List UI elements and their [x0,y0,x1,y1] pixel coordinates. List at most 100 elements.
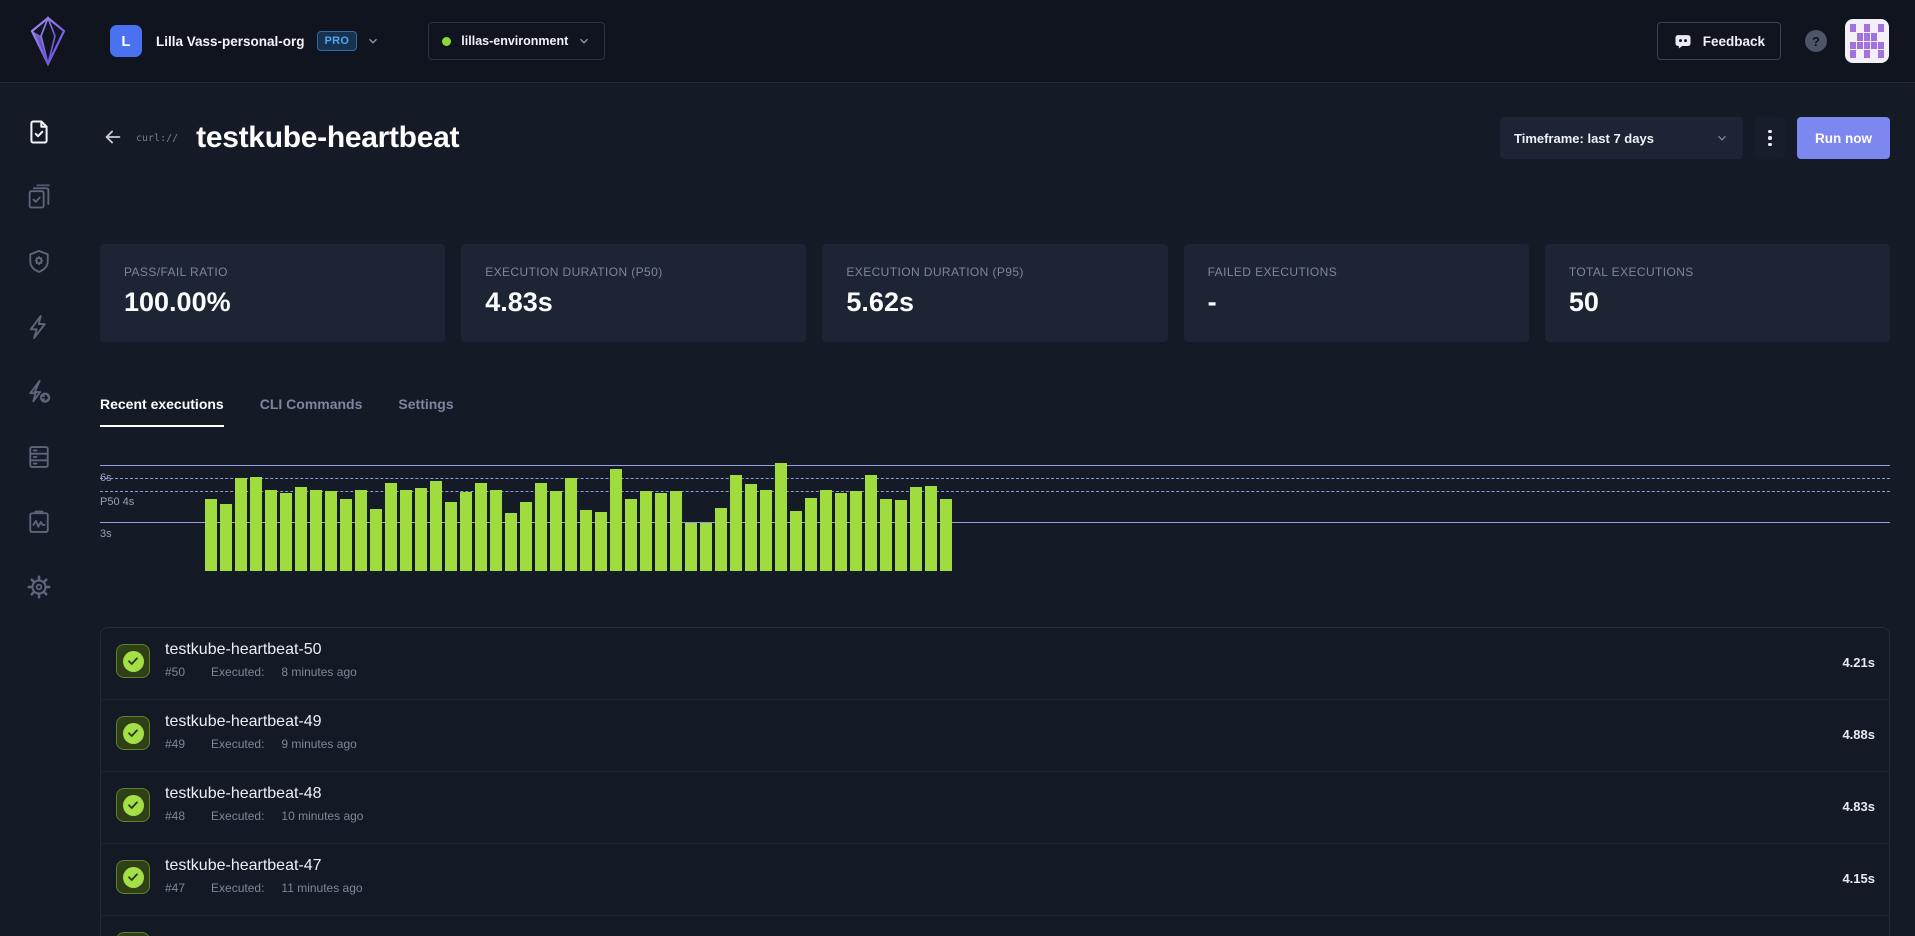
chart-bar[interactable] [265,490,277,571]
chart-bar[interactable] [385,483,397,571]
executed-label: Executed: [211,665,264,679]
sidebar-item-webhooks[interactable] [19,372,59,412]
metric-card: EXECUTION DURATION (P95) 5.62s [822,244,1167,342]
chart-bar[interactable] [430,481,442,571]
chart-bar[interactable] [310,490,322,571]
chart-bar[interactable] [535,483,547,571]
back-button[interactable] [100,125,126,151]
chart-bar[interactable] [235,478,247,571]
executions-list: testkube-heartbeat-50 #50 Executed: 8 mi… [100,627,1890,936]
execution-row[interactable]: testkube-heartbeat-50 #50 Executed: 8 mi… [101,628,1889,700]
environment-switcher[interactable]: lillas-environment [428,22,605,60]
metric-card: TOTAL EXECUTIONS 50 [1545,244,1890,342]
environment-status-dot [442,37,451,46]
chart-bar[interactable] [640,491,652,571]
chart-bar[interactable] [700,523,712,571]
metric-value: 50 [1569,287,1866,318]
execution-duration: 4.21s [1842,655,1875,670]
execution-row[interactable]: testkube-heartbeat-48 #48 Executed: 10 m… [101,772,1889,844]
chart-bar[interactable] [550,491,562,571]
org-avatar: L [110,25,142,57]
chart-bar[interactable] [880,499,892,571]
chart-bar[interactable] [400,490,412,571]
execution-number: #49 [165,737,185,751]
chart-bar[interactable] [910,487,922,571]
chart-bar[interactable] [595,512,607,571]
chart-bar[interactable] [940,499,952,571]
chart-bar[interactable] [565,478,577,571]
chart-bar[interactable] [655,493,667,571]
chart-bar[interactable] [775,463,787,571]
sidebar-item-triggers[interactable] [19,307,59,347]
execution-row[interactable]: testkube-heartbeat-49 #49 Executed: 9 mi… [101,700,1889,772]
chart-bar[interactable] [505,513,517,571]
execution-name: testkube-heartbeat-48 [165,785,363,803]
chart-bar[interactable] [745,484,757,571]
chart-bar[interactable] [490,490,502,571]
chart-bar[interactable] [220,504,232,571]
chart-bar[interactable] [520,502,532,571]
chart-bars [205,460,1890,571]
chart-bar[interactable] [865,475,877,571]
executed-label: Executed: [211,881,264,895]
timeframe-label: Timeframe: last 7 days [1514,131,1654,146]
tab-cli-commands[interactable]: CLI Commands [260,396,363,427]
tab-recent-executions[interactable]: Recent executions [100,396,224,427]
chart-bar[interactable] [610,469,622,571]
chevron-down-icon [366,34,380,48]
run-now-button[interactable]: Run now [1797,117,1890,159]
chart-bar[interactable] [805,498,817,571]
sidebar-item-sources[interactable] [19,437,59,477]
chart-bar[interactable] [415,488,427,571]
help-button[interactable]: ? [1805,30,1827,52]
chart-bar[interactable] [790,511,802,571]
tab-settings[interactable]: Settings [398,396,453,427]
feedback-button[interactable]: Feedback [1657,22,1781,60]
execution-time: 9 minutes ago [281,737,356,751]
chart-bar[interactable] [460,492,472,571]
chart-bar[interactable] [760,490,772,571]
chevron-down-icon [577,34,591,48]
execution-number: #48 [165,809,185,823]
org-switcher[interactable]: L Lilla Vass-personal-org PRO [110,25,380,57]
execution-row-partial[interactable] [101,916,1889,936]
gear-icon [25,573,53,601]
timeframe-select[interactable]: Timeframe: last 7 days [1500,117,1743,159]
metric-value: 5.62s [846,287,1143,318]
metric-label: FAILED EXECUTIONS [1208,265,1505,279]
more-options-button[interactable] [1755,117,1785,159]
chart-bar[interactable] [925,486,937,571]
chart-bar[interactable] [280,493,292,571]
chart-bar[interactable] [895,500,907,571]
metric-value: 4.83s [485,287,782,318]
chart-bar[interactable] [355,490,367,571]
chart-bar[interactable] [370,509,382,571]
sidebar-item-tests[interactable] [19,112,59,152]
chart-bar[interactable] [250,477,262,571]
chevron-down-icon [1715,131,1729,145]
chart-bar[interactable] [445,502,457,571]
sidebar-item-status-pages[interactable] [19,502,59,542]
execution-row[interactable]: testkube-heartbeat-47 #47 Executed: 11 m… [101,844,1889,916]
sidebar-item-settings[interactable] [19,567,59,607]
chart-bar[interactable] [850,491,862,571]
chart-bar[interactable] [340,499,352,571]
chart-bar[interactable] [835,493,847,571]
chart-bar[interactable] [715,508,727,571]
sidebar-item-test-suites[interactable] [19,177,59,217]
chart-bar[interactable] [475,483,487,571]
chart-bar[interactable] [625,499,637,571]
user-avatar[interactable] [1845,19,1889,63]
testkube-logo[interactable] [28,15,68,67]
execution-name: testkube-heartbeat-49 [165,713,357,731]
chart-bar[interactable] [580,510,592,571]
sidebar-item-executors[interactable] [19,242,59,282]
chart-bar[interactable] [670,491,682,571]
axis-label-p50: P50 4s [100,496,134,508]
chart-bar[interactable] [295,487,307,571]
chart-bar[interactable] [205,499,217,571]
chart-bar[interactable] [730,475,742,571]
chart-bar[interactable] [685,523,697,571]
chart-bar[interactable] [325,491,337,571]
chart-bar[interactable] [820,490,832,571]
